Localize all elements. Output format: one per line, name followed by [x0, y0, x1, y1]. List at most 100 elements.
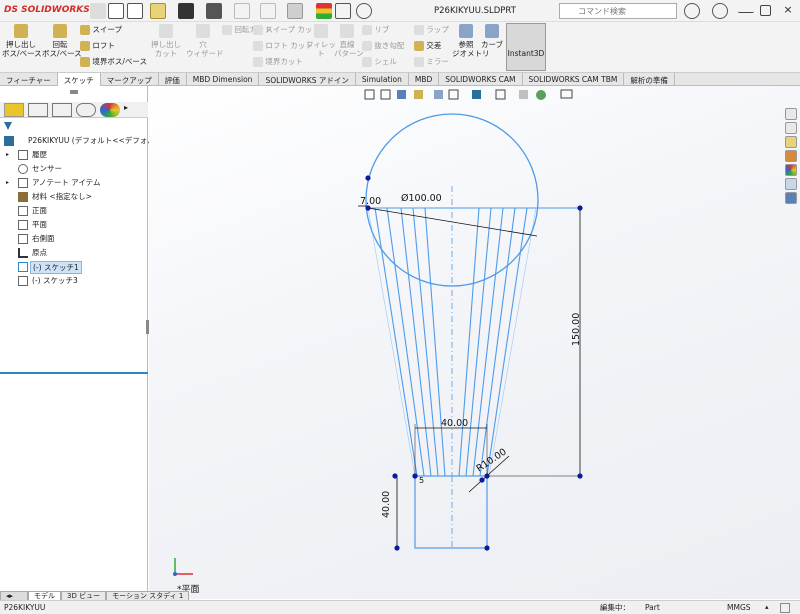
tab-simulation[interactable]: Simulation [356, 73, 409, 86]
instant3d-button[interactable]: Instant3D [506, 23, 546, 71]
curves-button[interactable]: カーブ [480, 24, 504, 49]
tab-analysis-preparation[interactable]: 解析の準備 [624, 73, 675, 86]
expand-arrow-icon[interactable] [90, 3, 106, 19]
wrap-button[interactable]: ラップ [414, 25, 449, 35]
sketch-point[interactable] [484, 473, 490, 479]
intersect-button[interactable]: 交差 [414, 41, 441, 51]
status-units[interactable]: MMGS [727, 601, 751, 614]
tree-item-sketch1[interactable]: (-) スケッチ1 [0, 260, 148, 274]
solidworks-forum-icon[interactable] [785, 192, 797, 204]
boundary-boss-button[interactable]: 境界ボス/ベース [80, 57, 147, 67]
user-account-icon[interactable] [684, 3, 700, 19]
expand-arrow-icon[interactable]: ▸ [6, 176, 9, 190]
file-explorer-icon[interactable] [785, 136, 797, 148]
sketch-canvas[interactable]: Ø100.00 7.00 150.00 40.00 R10.00 40.00 5… [149, 86, 800, 599]
tab-solidworks-cam-tbm[interactable]: SOLIDWORKS CAM TBM [523, 73, 625, 86]
filter-icon[interactable] [4, 122, 12, 130]
undo-icon[interactable] [234, 3, 250, 19]
tangent-line-right[interactable] [488, 207, 537, 477]
offset-dimension[interactable]: 7.00 [360, 196, 381, 207]
basket-height-dimension[interactable]: 40.00 [381, 491, 392, 518]
rope-line-right[interactable] [486, 207, 528, 477]
tree-item-top-plane[interactable]: 平面 [0, 218, 148, 232]
height-dimension[interactable]: 150.00 [571, 313, 582, 346]
tree-item-history[interactable]: ▸ 履歴 [0, 148, 148, 162]
loft-cut-button[interactable]: ロフト カット [253, 41, 313, 51]
draft-button[interactable]: 抜き勾配 [362, 41, 404, 51]
hole-wizard-button[interactable]: 穴 ウィザード [186, 24, 224, 58]
edit-appearance-icon[interactable] [519, 90, 528, 99]
configuration-manager-tab-icon[interactable] [52, 103, 72, 117]
new-document-icon[interactable] [127, 3, 143, 19]
save-icon[interactable] [178, 3, 194, 19]
tree-item-right-plane[interactable]: 右側面 [0, 232, 148, 246]
minimize-icon[interactable] [738, 3, 754, 13]
display-style-icon[interactable] [472, 90, 481, 99]
help-icon[interactable] [712, 3, 728, 19]
reference-geometry-button[interactable]: 参照 ジオメトリ [452, 24, 490, 58]
view-orientation-icon[interactable] [448, 89, 459, 100]
command-search-input[interactable] [559, 3, 677, 19]
rebuild-traffic-light-icon[interactable] [316, 3, 332, 19]
tree-root[interactable]: P26KIKYUU (デフォルト<<デフォルト>_表 [0, 134, 180, 148]
zoom-to-fit-icon[interactable] [364, 89, 375, 100]
apply-scene-icon[interactable] [536, 90, 546, 100]
collapse-handle-icon[interactable] [70, 90, 78, 94]
shell-button[interactable]: シェル [362, 57, 397, 67]
open-folder-icon[interactable] [150, 3, 166, 19]
extrude-boss-button[interactable]: 押し出し ボス/ベース [2, 24, 42, 58]
tab-evaluate[interactable]: 評価 [159, 73, 187, 86]
home-icon[interactable] [108, 3, 124, 19]
loft-button[interactable]: ロフト [80, 41, 115, 51]
rope-line-right[interactable] [458, 207, 480, 477]
tab-solidworks-addins[interactable]: SOLIDWORKS アドイン [259, 73, 356, 86]
sketch-point[interactable] [365, 175, 371, 181]
tree-item-front-plane[interactable]: 正面 [0, 204, 148, 218]
tree-item-annotations[interactable]: ▸ アノテート アイテム [0, 176, 148, 190]
boundary-cut-button[interactable]: 境界カット [253, 57, 303, 67]
property-manager-tab-icon[interactable] [28, 103, 48, 117]
sketch-point[interactable] [577, 473, 583, 479]
maximize-icon[interactable] [760, 5, 771, 16]
status-units-arrow-icon[interactable]: ▴ [765, 601, 769, 614]
feature-manager-tab-icon[interactable] [4, 103, 24, 117]
tab-features[interactable]: フィーチャー [0, 73, 58, 86]
sketch-point[interactable] [412, 473, 418, 479]
sweep-button[interactable]: スイープ [80, 25, 122, 35]
revolve-boss-button[interactable]: 回転 ボス/ベース [42, 24, 82, 58]
close-icon[interactable]: × [780, 3, 796, 19]
redo-icon[interactable] [260, 3, 276, 19]
rope-line-left[interactable] [424, 207, 446, 477]
sketch-point[interactable] [394, 545, 400, 551]
file-properties-icon[interactable] [335, 3, 351, 19]
tree-item-material[interactable]: 材料 <指定なし> [0, 190, 148, 204]
linear-pattern-button[interactable]: 直線 パターン [334, 24, 364, 58]
mirror-button[interactable]: ミラー [414, 57, 449, 67]
tangent-line-left[interactable] [367, 207, 416, 477]
rope-line-right[interactable] [472, 207, 504, 477]
custom-properties-icon[interactable] [785, 178, 797, 190]
tab-scroll-right-icon[interactable]: ▸ [124, 103, 134, 117]
view-settings-icon[interactable] [560, 89, 573, 99]
rope-line-right[interactable] [479, 207, 516, 477]
rib-button[interactable]: リブ [362, 25, 389, 35]
sketch-point[interactable] [577, 205, 583, 211]
extrude-cut-button[interactable]: 押し出し カット [148, 24, 184, 58]
tree-item-sensors[interactable]: センサー [0, 162, 148, 176]
expand-arrow-icon[interactable]: ▸ [6, 148, 9, 162]
options-gear-icon[interactable] [356, 3, 372, 19]
previous-view-icon[interactable] [397, 90, 406, 99]
sketch-point[interactable] [392, 473, 398, 479]
fillet-button[interactable]: フィレット [306, 24, 336, 58]
tab-mbd[interactable]: MBD [409, 73, 440, 86]
tab-markup[interactable]: マークアップ [101, 73, 159, 86]
diameter-leader[interactable] [367, 207, 538, 237]
tree-item-origin[interactable]: 原点 [0, 246, 148, 260]
appearances-icon[interactable] [785, 164, 797, 176]
tree-item-sketch3[interactable]: (-) スケッチ3 [0, 274, 148, 288]
rope-line-left[interactable] [412, 207, 439, 477]
hide-show-items-icon[interactable] [495, 89, 506, 100]
print-icon[interactable] [206, 3, 222, 19]
section-view-icon[interactable] [414, 90, 423, 99]
sketch-point[interactable] [479, 477, 485, 483]
